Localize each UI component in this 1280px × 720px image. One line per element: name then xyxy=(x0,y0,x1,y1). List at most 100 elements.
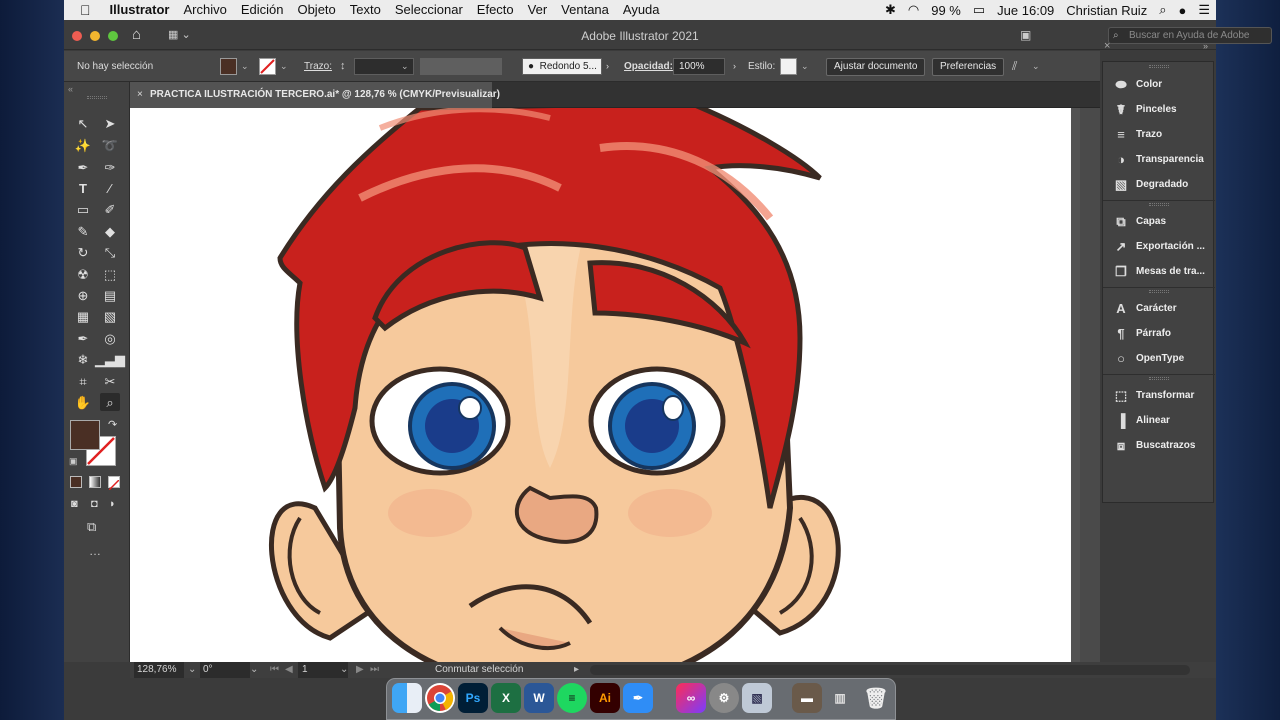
eyedropper-tool-icon[interactable]: ✒ xyxy=(73,329,93,347)
collapse-panels-icon[interactable]: » xyxy=(1203,41,1208,51)
stroke-swatch[interactable] xyxy=(259,58,276,75)
curvature-tool-icon[interactable]: ✑ xyxy=(100,158,120,176)
rotate-tool-icon[interactable]: ↻ xyxy=(73,243,93,261)
panel-grip[interactable] xyxy=(1149,203,1169,206)
status-info[interactable]: Conmutar selección xyxy=(435,662,523,678)
battery-icon[interactable]: ▭ xyxy=(967,2,991,18)
color-mode-icon[interactable] xyxy=(70,476,82,488)
stroke-dropdown-icon[interactable]: ⌄ xyxy=(280,58,288,75)
panel-artboards[interactable]: ❐ Mesas de tra... xyxy=(1103,259,1215,284)
opacity-next-icon[interactable]: › xyxy=(733,58,736,75)
none-mode-icon[interactable] xyxy=(108,476,120,491)
brush-definition-select[interactable]: ● Redondo 5... xyxy=(522,58,602,75)
slice-tool-icon[interactable]: ✂ xyxy=(100,372,120,390)
user-name[interactable]: Christian Ruiz xyxy=(1060,3,1153,18)
creative-cloud-icon[interactable]: ∞ xyxy=(676,683,706,713)
menu-archivo[interactable]: Archivo xyxy=(176,0,233,20)
apple-icon[interactable]:  xyxy=(64,0,103,20)
arrange-dropdown-icon[interactable]: ⌄ xyxy=(1032,58,1040,75)
zoom-dropdown-icon[interactable]: ⌄ xyxy=(188,662,196,678)
panel-layers[interactable]: ⧉ Capas xyxy=(1103,209,1215,234)
arrange-documents-icon[interactable]: ▣ xyxy=(1020,28,1031,42)
blend-tool-icon[interactable]: ◎ xyxy=(100,329,120,347)
gradient-mode-icon[interactable] xyxy=(89,476,101,488)
warp-tool-icon[interactable]: ☢ xyxy=(73,265,93,283)
siri-icon[interactable]: ● xyxy=(1172,3,1192,18)
rotation-input[interactable]: 0° xyxy=(200,662,250,678)
variable-width-profile[interactable] xyxy=(420,58,502,75)
rectangle-tool-icon[interactable]: ▭ xyxy=(73,200,93,218)
symbol-sprayer-tool-icon[interactable]: ❄ xyxy=(73,350,93,368)
status-menu-icon[interactable]: ▸ xyxy=(574,662,579,678)
panel-opentype[interactable]: ○ OpenType xyxy=(1103,346,1215,371)
direct-selection-tool-icon[interactable]: ➤ xyxy=(100,114,120,132)
clock[interactable]: Jue 16:09 xyxy=(991,3,1060,18)
panel-grip[interactable] xyxy=(1149,290,1169,293)
preview-icon[interactable]: ▧ xyxy=(742,683,772,713)
lasso-tool-icon[interactable]: ➰ xyxy=(100,136,120,154)
free-transform-tool-icon[interactable]: ⬚ xyxy=(100,265,120,283)
mesh-tool-icon[interactable]: ▦ xyxy=(73,307,93,325)
fill-swatch[interactable] xyxy=(220,58,237,75)
pen-app-icon[interactable]: ✒ xyxy=(623,683,653,713)
preferences-button[interactable]: Preferencias xyxy=(932,58,1005,76)
last-artboard-icon[interactable]: ⏭ xyxy=(370,662,379,678)
panel-paragraph[interactable]: ¶ Párrafo xyxy=(1103,321,1215,346)
system-preferences-icon[interactable]: ⚙ xyxy=(709,683,739,713)
horizontal-scrollbar[interactable] xyxy=(590,665,1190,675)
magic-wand-tool-icon[interactable]: ✨ xyxy=(73,136,93,154)
panel-character[interactable]: A Carácter xyxy=(1103,296,1215,321)
shaper-tool-icon[interactable]: ✎ xyxy=(73,222,93,240)
screen-mode-icon[interactable]: ⧉ xyxy=(87,519,96,535)
selection-tool-icon[interactable]: ↖ xyxy=(73,114,93,132)
pen-tool-icon[interactable]: ✒ xyxy=(73,158,93,176)
previous-artboard-icon[interactable]: ◀ xyxy=(285,662,293,678)
line-tool-icon[interactable]: ∕ xyxy=(100,179,120,197)
spotlight-search-icon[interactable]: ⌕ xyxy=(1153,2,1172,18)
opacity-input[interactable]: 100% xyxy=(673,58,725,75)
gradient-tool-icon[interactable]: ▧ xyxy=(100,307,120,325)
column-graph-tool-icon[interactable]: ▁▃▆ xyxy=(95,350,125,368)
paintbrush-tool-icon[interactable]: ✐ xyxy=(100,200,120,218)
zoom-tool-icon[interactable]: ⌕ xyxy=(100,393,120,411)
scale-tool-icon[interactable]: ⤡ xyxy=(100,243,120,261)
stroke-weight-dropdown-icon[interactable]: ⌄ xyxy=(401,58,409,75)
bluetooth-icon[interactable]: ✱ xyxy=(879,2,902,18)
panel-brushes[interactable]: ☤ Pinceles xyxy=(1103,97,1215,122)
excel-icon[interactable]: X xyxy=(491,683,521,713)
panel-align[interactable]: ▐ Alinear xyxy=(1103,408,1215,433)
zoom-level-input[interactable]: 128,76% xyxy=(134,662,184,678)
menu-efecto[interactable]: Efecto xyxy=(470,0,521,20)
artboard-dropdown-icon[interactable]: ⌄ xyxy=(340,662,348,678)
close-panel-dock-icon[interactable]: × xyxy=(1104,40,1110,52)
draw-inside-icon[interactable]: ◗ xyxy=(109,498,116,510)
finder-icon[interactable] xyxy=(392,683,422,713)
control-center-icon[interactable]: ☰ xyxy=(1192,2,1216,18)
spotify-icon[interactable]: ≡ xyxy=(557,683,587,713)
menu-edicion[interactable]: Edición xyxy=(234,0,291,20)
chrome-icon[interactable] xyxy=(425,683,455,713)
panel-transform[interactable]: ⬚ Transformar xyxy=(1103,383,1215,408)
default-colors-icon[interactable]: ▣ xyxy=(69,456,78,467)
panel-gradient[interactable]: ▧ Degradado xyxy=(1103,172,1215,197)
artboard[interactable] xyxy=(130,108,1071,662)
downloads-icon[interactable]: ▥ xyxy=(825,683,855,713)
menu-app-name[interactable]: Illustrator xyxy=(103,0,177,20)
folder-icon[interactable]: ▬ xyxy=(792,683,822,713)
photoshop-icon[interactable]: Ps xyxy=(458,683,488,713)
panel-export[interactable]: ↗ Exportación ... xyxy=(1103,234,1215,259)
draw-normal-icon[interactable]: ◙ xyxy=(71,498,78,510)
menu-seleccionar[interactable]: Seleccionar xyxy=(388,0,470,20)
style-dropdown-icon[interactable]: ⌄ xyxy=(801,58,809,75)
help-search-input[interactable]: ⌕ Buscar en Ayuda de Adobe xyxy=(1108,27,1272,44)
graphic-style-swatch[interactable] xyxy=(780,58,797,75)
type-tool-icon[interactable]: T xyxy=(73,179,93,197)
rotation-dropdown-icon[interactable]: ⌄ xyxy=(250,662,258,678)
perspective-grid-tool-icon[interactable]: ▤ xyxy=(100,286,120,304)
menu-ayuda[interactable]: Ayuda xyxy=(616,0,667,20)
opacity-label[interactable]: Opacidad: xyxy=(624,58,673,75)
battery-percent[interactable]: 99 % xyxy=(925,3,967,18)
stroke-label[interactable]: Trazo: xyxy=(304,58,332,75)
menu-ventana[interactable]: Ventana xyxy=(554,0,616,20)
collapse-toolbar-icon[interactable]: « xyxy=(68,84,73,94)
